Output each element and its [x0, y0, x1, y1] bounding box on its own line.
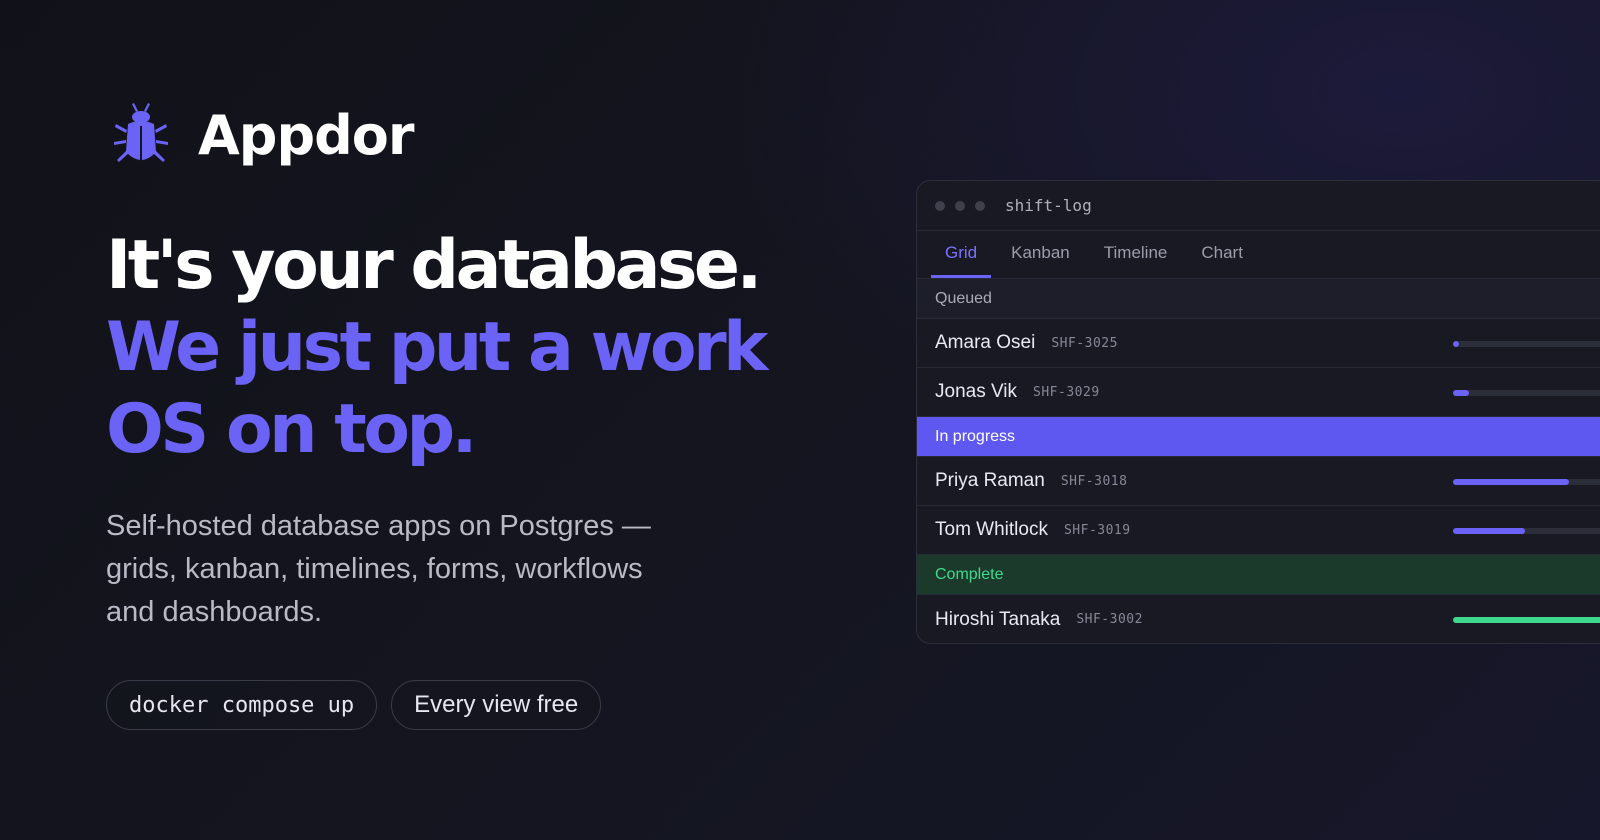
row-id: SHF-3025 — [1051, 335, 1118, 351]
window-title: shift-log — [1005, 196, 1092, 215]
row-name: Priya Raman — [935, 470, 1045, 491]
progress-fill — [1453, 479, 1569, 485]
grid-body: Queued Amara Osei SHF-3025 Jonas Vik SHF… — [917, 279, 1600, 643]
window-dot-icon — [935, 200, 945, 211]
window-dot-icon — [975, 200, 985, 211]
row-name: Amara Osei — [935, 332, 1036, 353]
progress-track — [1453, 617, 1600, 623]
row-id: SHF-3029 — [1033, 384, 1100, 400]
app-preview-window: shift-log Grid Kanban Timeline Chart Que… — [916, 180, 1600, 644]
window-dot-icon — [955, 200, 965, 211]
hero-headline: It's your database. We just put a work O… — [106, 225, 768, 471]
headline-line-1: It's your database. — [106, 226, 762, 305]
beetle-icon — [114, 103, 168, 162]
row-name: Hiroshi Tanaka — [935, 608, 1061, 630]
progress-track — [1453, 341, 1600, 347]
hero-subtitle: Self-hosted database apps on Postgres — … — [106, 510, 651, 628]
progress-fill — [1453, 617, 1600, 623]
row-name: Tom Whitlock — [935, 519, 1048, 540]
row-id: SHF-3019 — [1063, 522, 1131, 538]
tab-grid[interactable]: Grid — [931, 243, 992, 278]
tab-kanban[interactable]: Kanban — [997, 243, 1084, 278]
table-row[interactable]: Amara Osei SHF-3025 — [917, 319, 1600, 368]
tab-chart[interactable]: Chart — [1187, 243, 1257, 278]
brand-name: Appdor — [198, 103, 414, 167]
progress-track — [1453, 390, 1600, 396]
table-row[interactable]: Tom Whitlock SHF-3019 — [917, 506, 1600, 555]
pill-group: docker compose up Every view free — [106, 680, 602, 730]
view-tabs: Grid Kanban Timeline Chart — [917, 231, 1600, 279]
progress-track — [1453, 528, 1600, 534]
progress-track — [1453, 479, 1600, 485]
table-row[interactable]: Priya Raman SHF-3018 — [917, 457, 1600, 506]
window-titlebar: shift-log — [917, 181, 1600, 231]
row-name: Jonas Vik — [935, 381, 1018, 402]
docker-command-pill[interactable]: docker compose up — [106, 680, 378, 730]
progress-fill — [1453, 341, 1459, 347]
group-header-in-progress[interactable]: In progress — [917, 417, 1600, 457]
tab-timeline[interactable]: Timeline — [1090, 243, 1182, 278]
free-views-pill[interactable]: Every view free — [391, 680, 602, 730]
headline-line-2: We just put a work — [106, 308, 768, 387]
group-header-queued[interactable]: Queued — [917, 279, 1600, 319]
headline-line-3: OS on top. — [106, 390, 477, 469]
row-id: SHF-3002 — [1076, 612, 1143, 627]
progress-fill — [1453, 528, 1525, 534]
table-row[interactable]: Jonas Vik SHF-3029 — [917, 368, 1600, 417]
group-header-complete[interactable]: Complete — [917, 555, 1600, 595]
table-row[interactable]: Hiroshi Tanaka SHF-3002 — [917, 595, 1600, 643]
progress-fill — [1453, 390, 1469, 396]
row-id: SHF-3018 — [1060, 473, 1128, 489]
brand: Appdor — [110, 100, 414, 170]
